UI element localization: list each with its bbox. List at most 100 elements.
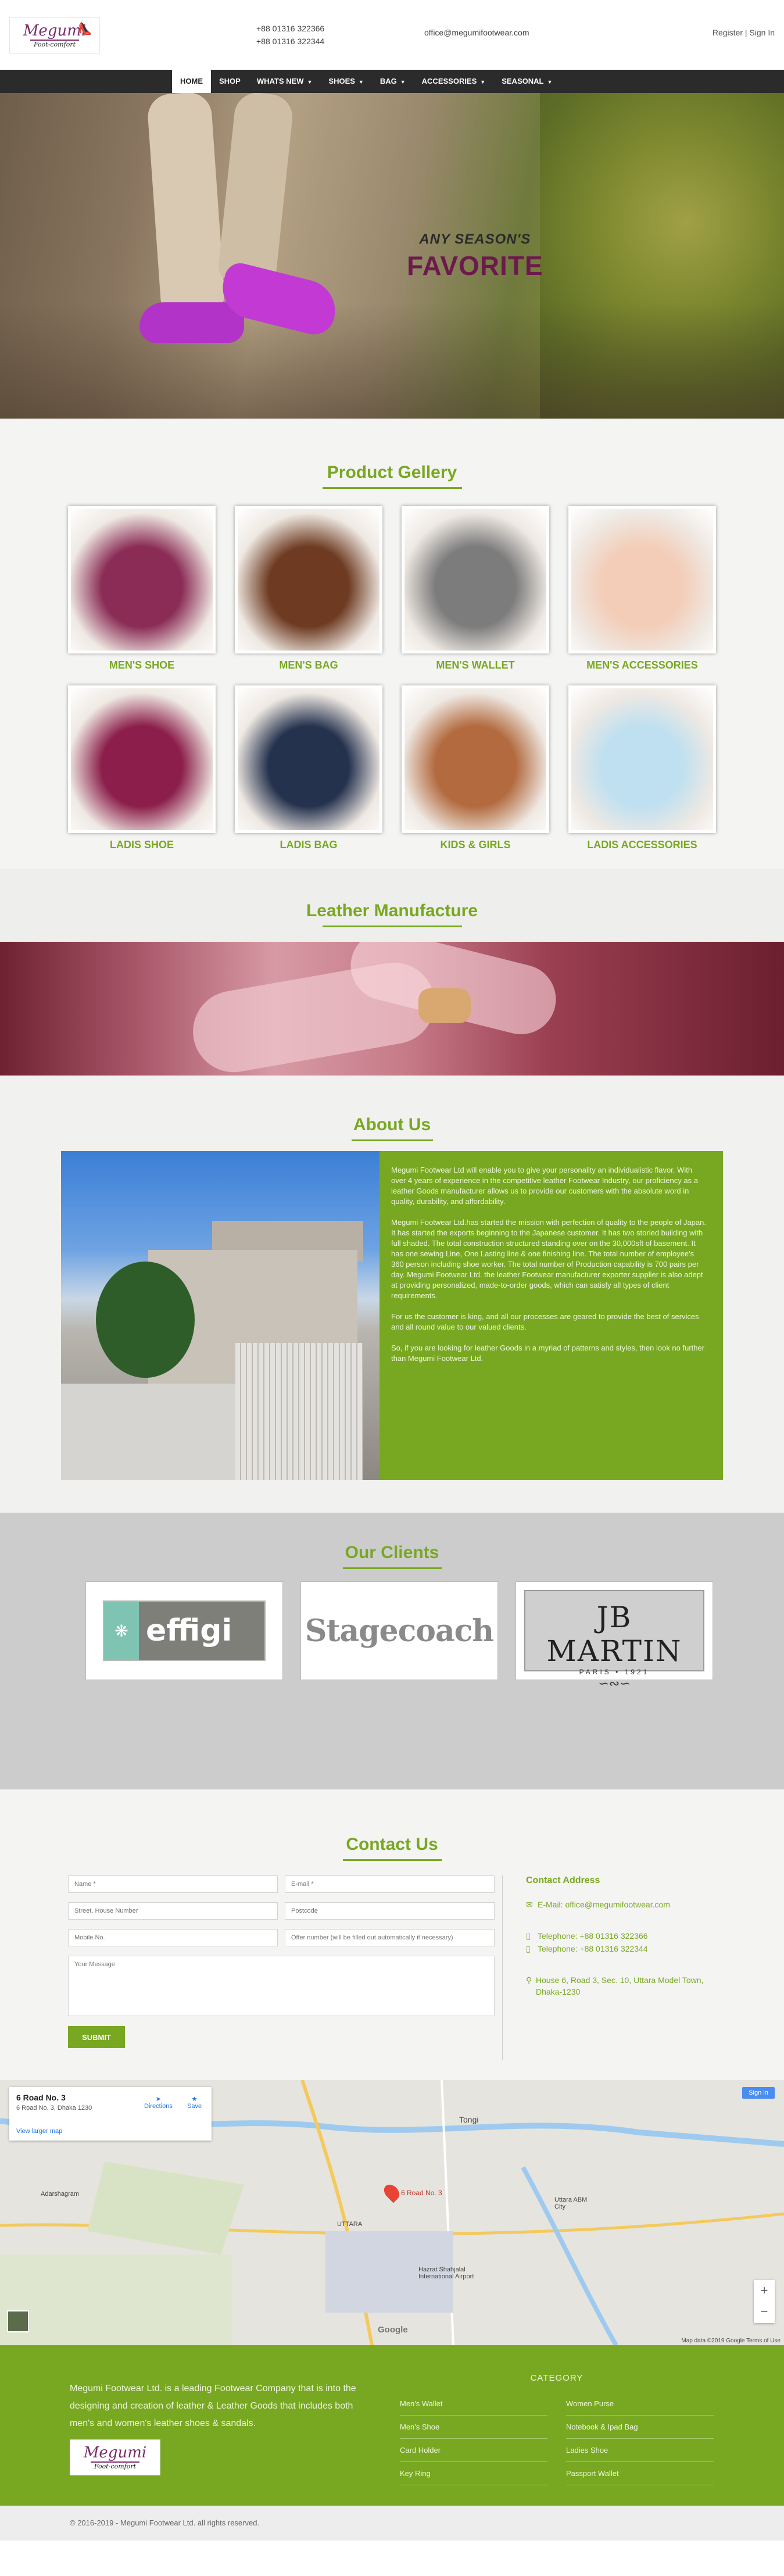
- logo-text: Megumi: [83, 2443, 147, 2461]
- address-street: House 6, Road 3, Sec. 10, Uttara Model T…: [535, 1975, 704, 1996]
- effigi-wordmark: effigi: [146, 1613, 232, 1648]
- site-footer: Megumi Footwear Ltd. is a leading Footwe…: [0, 2345, 784, 2506]
- caret-down-icon: ▼: [547, 79, 553, 85]
- about-paragraph: Megumi Footwear Ltd.has started the miss…: [391, 1218, 706, 1300]
- map-pin-label: 6 Road No. 3: [401, 2189, 442, 2197]
- map-label: Hazrat Shahjalal International Airport: [418, 2266, 474, 2280]
- copyright: © 2016-2019 - Megumi Footwear Ltd. all r…: [0, 2506, 784, 2541]
- submit-button[interactable]: SUBMIT: [68, 2026, 125, 2048]
- gallery-label[interactable]: MEN'S SHOE: [68, 659, 216, 671]
- footer-logo[interactable]: Megumi Foot-comfort: [70, 2439, 160, 2475]
- gallery-image[interactable]: [402, 506, 549, 653]
- gallery-label[interactable]: LADIS ACCESSORIES: [568, 839, 716, 851]
- contact-divider: [502, 1875, 503, 2060]
- hero-caption: ANY SEASON'S FAVORITE: [407, 231, 543, 281]
- gallery-label[interactable]: LADIS SHOE: [68, 839, 216, 851]
- manufacture-image: [0, 942, 784, 1076]
- register-link[interactable]: Register: [713, 28, 743, 37]
- category-link[interactable]: Ladies Shoe: [566, 2439, 714, 2462]
- location-pin-icon: ⚲: [526, 1975, 532, 1985]
- phone-1: +88 01316 322366: [256, 24, 325, 33]
- gallery-label[interactable]: KIDS & GIRLS: [402, 839, 549, 851]
- category-link[interactable]: Women Purse: [566, 2392, 714, 2416]
- map-label: Adarshagram: [41, 2191, 80, 2198]
- address-email[interactable]: E-Mail: office@megumifootwear.com: [538, 1899, 670, 1910]
- gallery-image[interactable]: [568, 685, 716, 833]
- gallery-card[interactable]: LADIS ACCESSORIES: [568, 685, 716, 851]
- client-effigi[interactable]: ❋ effigi: [85, 1581, 283, 1680]
- gallery-title: Product Gellery: [327, 463, 457, 482]
- name-input[interactable]: [68, 1875, 278, 1893]
- top-email[interactable]: office@megumifootwear.com: [424, 28, 529, 37]
- category-link[interactable]: Key Ring: [400, 2462, 547, 2485]
- gallery-card[interactable]: MEN'S BAG: [235, 506, 382, 671]
- nav-item-accessories[interactable]: ACCESSORIES ▼: [414, 70, 494, 93]
- logo[interactable]: Megumi Foot-comfort 👠: [9, 17, 100, 53]
- map-place-name: 6 Road No. 3: [16, 2093, 66, 2102]
- location-map[interactable]: 6 Road No. 3 6 Road No. 3, Dhaka 1230 Vi…: [0, 2080, 784, 2345]
- factory-photo: [61, 1151, 380, 1480]
- nav-item-shoes[interactable]: SHOES ▼: [320, 70, 371, 93]
- logo-tagline: Foot-comfort: [91, 2461, 139, 2470]
- gallery-label[interactable]: LADIS BAG: [235, 839, 382, 851]
- gallery-image[interactable]: [68, 506, 216, 653]
- offer-number-input[interactable]: [285, 1929, 495, 1946]
- footer-about: Megumi Footwear Ltd. is a leading Footwe…: [70, 2384, 356, 2428]
- heel-icon: 👠: [78, 23, 92, 35]
- signin-link[interactable]: Sign In: [749, 28, 775, 37]
- about-paragraph: For us the customer is king, and all our…: [391, 1312, 699, 1331]
- satellite-toggle[interactable]: [7, 2310, 29, 2332]
- caret-down-icon: ▼: [400, 79, 406, 85]
- nav-label: WHATS NEW: [256, 77, 304, 85]
- gallery-image[interactable]: [402, 685, 549, 833]
- map-signin-button[interactable]: Sign in: [742, 2087, 775, 2099]
- photo-detail: [61, 1384, 235, 1480]
- phone-2: +88 01316 322344: [256, 37, 325, 46]
- category-link[interactable]: Men's Shoe: [400, 2416, 547, 2439]
- postcode-input[interactable]: [285, 1902, 495, 1920]
- gallery-label[interactable]: MEN'S BAG: [235, 659, 382, 671]
- save-button[interactable]: ★ Save: [187, 2095, 202, 2110]
- product-gallery: Product Gellery MEN'S SHOE MEN'S BAG MEN…: [0, 419, 784, 869]
- gallery-card[interactable]: MEN'S SHOE: [68, 506, 216, 671]
- gallery-label[interactable]: MEN'S WALLET: [402, 659, 549, 671]
- gallery-card[interactable]: MEN'S WALLET: [402, 506, 549, 671]
- category-link[interactable]: Card Holder: [400, 2439, 547, 2462]
- gallery-image[interactable]: [568, 506, 716, 653]
- gallery-image[interactable]: [235, 506, 382, 653]
- directions-button[interactable]: ➤ Directions: [144, 2095, 173, 2110]
- gallery-image[interactable]: [235, 685, 382, 833]
- gallery-image[interactable]: [68, 685, 216, 833]
- client-stagecoach[interactable]: Stagecoach: [300, 1581, 498, 1680]
- mobile-input[interactable]: [68, 1929, 278, 1946]
- category-link[interactable]: Men's Wallet: [400, 2392, 547, 2416]
- gallery-card[interactable]: KIDS & GIRLS: [402, 685, 549, 851]
- category-link[interactable]: Passport Wallet: [566, 2462, 714, 2485]
- gallery-card[interactable]: LADIS SHOE: [68, 685, 216, 851]
- gallery-card[interactable]: LADIS BAG: [235, 685, 382, 851]
- email-input[interactable]: [285, 1875, 495, 1893]
- hero-banner[interactable]: ANY SEASON'S FAVORITE: [0, 93, 784, 419]
- zoom-in-button[interactable]: +: [754, 2280, 775, 2301]
- nav-item-seasonal[interactable]: SEASONAL ▼: [493, 70, 560, 93]
- message-textarea[interactable]: [68, 1956, 495, 2016]
- client-logos: ❋ effigi Stagecoach JB MARTIN PARIS • 19…: [85, 1581, 713, 1691]
- gallery-grid: MEN'S SHOE MEN'S BAG MEN'S WALLET MEN'S …: [68, 506, 716, 851]
- jb-martin-year: PARIS • 1921: [579, 1668, 650, 1676]
- nav-item-whats-new[interactable]: WHATS NEW ▼: [249, 70, 321, 93]
- larger-map-link[interactable]: View larger map: [16, 2128, 62, 2135]
- zoom-out-button[interactable]: −: [754, 2301, 775, 2322]
- title-underline: [351, 1139, 433, 1141]
- nav-item-shop[interactable]: SHOP: [211, 70, 249, 93]
- contact-us: Contact Us SUBMIT Contact Address ✉ E-Mai…: [0, 1789, 784, 2080]
- gallery-card[interactable]: MEN'S ACCESSORIES: [568, 506, 716, 671]
- hero-pavement: [0, 302, 784, 419]
- street-input[interactable]: [68, 1902, 278, 1920]
- nav-item-home[interactable]: HOME: [172, 70, 211, 93]
- gallery-label[interactable]: MEN'S ACCESSORIES: [568, 659, 716, 671]
- google-logo: Google: [378, 2325, 408, 2335]
- client-jb-martin[interactable]: JB MARTIN PARIS • 1921 ∽∾∽: [515, 1581, 713, 1691]
- category-link[interactable]: Notebook & Ipad Bag: [566, 2416, 714, 2439]
- nav-item-bag[interactable]: BAG ▼: [372, 70, 414, 93]
- stagecoach-wordmark: Stagecoach: [305, 1613, 494, 1649]
